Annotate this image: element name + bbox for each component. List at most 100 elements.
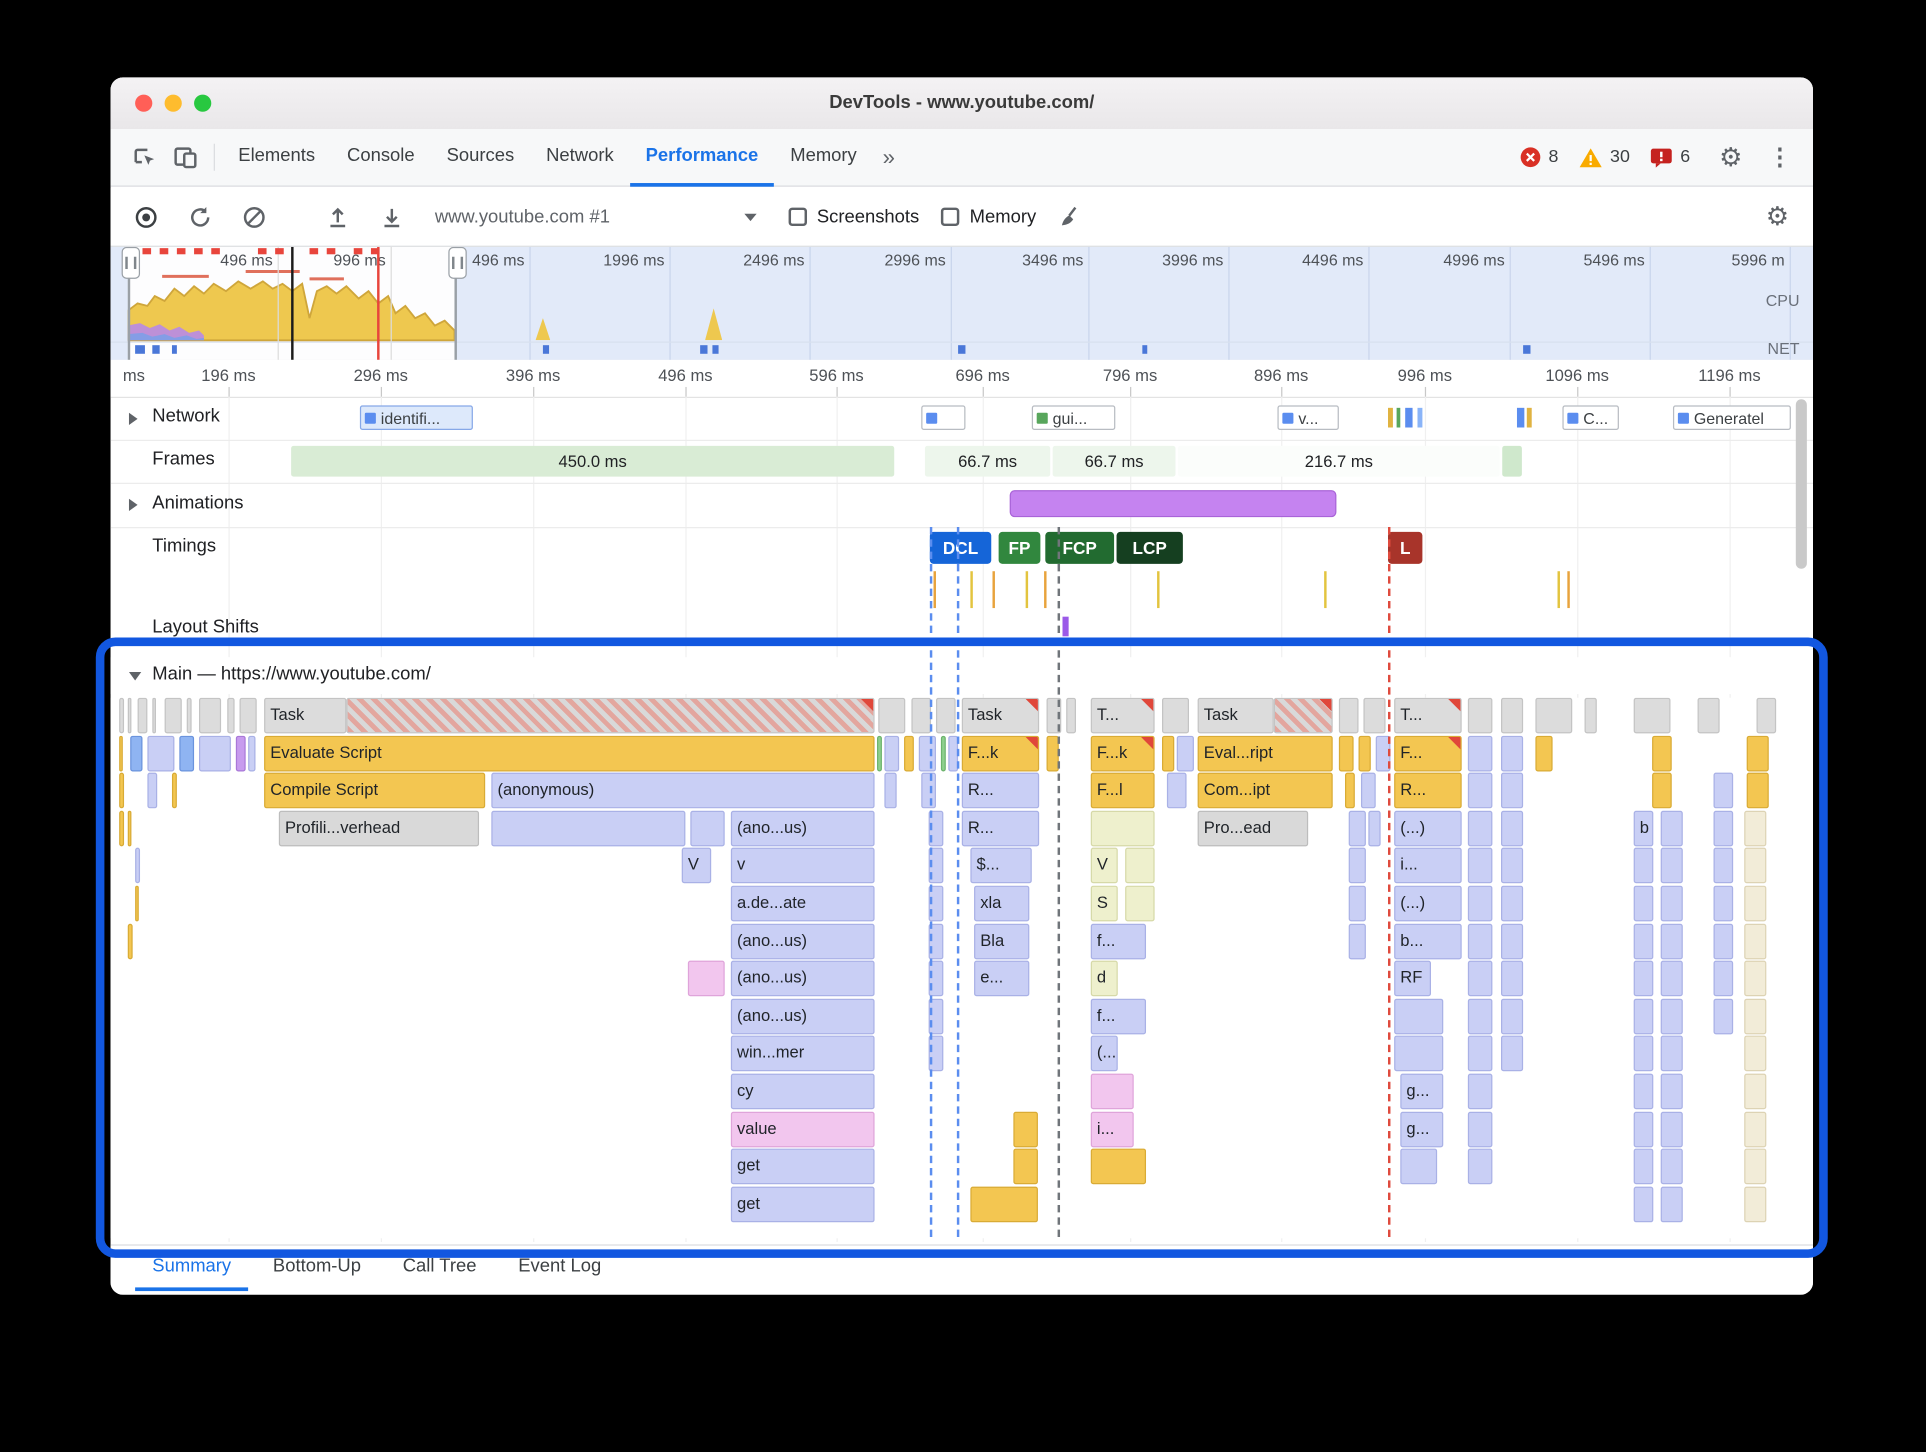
- flame-block[interactable]: [1467, 1148, 1493, 1185]
- flame-block[interactable]: [878, 697, 906, 734]
- flame-block[interactable]: [1467, 1111, 1493, 1148]
- flame-block[interactable]: [1400, 1148, 1438, 1185]
- flame-block[interactable]: (...): [1394, 885, 1462, 922]
- flame-block[interactable]: [1535, 735, 1553, 772]
- flame-block[interactable]: [1501, 885, 1524, 922]
- flame-block[interactable]: [248, 735, 256, 772]
- flame-block[interactable]: [346, 697, 875, 734]
- frame-block[interactable]: 66.7 ms: [1052, 445, 1176, 477]
- flame-block[interactable]: Bla: [974, 923, 1030, 960]
- flame-block[interactable]: [152, 697, 156, 734]
- flame-block[interactable]: [1633, 1111, 1654, 1148]
- flame-block[interactable]: [135, 885, 139, 922]
- flame-block[interactable]: [1660, 1035, 1683, 1072]
- flame-block[interactable]: [235, 735, 246, 772]
- flame-block[interactable]: [1467, 847, 1493, 884]
- flame-block[interactable]: [1633, 885, 1654, 922]
- flame-block[interactable]: [1467, 697, 1493, 734]
- flame-block[interactable]: [127, 697, 132, 734]
- flame-block[interactable]: Compile Script: [264, 772, 486, 809]
- record-button[interactable]: [125, 196, 167, 238]
- flame-block[interactable]: Profili...verhead: [278, 810, 480, 847]
- tab-sources[interactable]: Sources: [431, 128, 531, 186]
- flame-block[interactable]: [1501, 998, 1524, 1035]
- flame-block[interactable]: [1584, 697, 1597, 734]
- flame-block[interactable]: [1652, 735, 1672, 772]
- frame-block[interactable]: [1502, 445, 1522, 477]
- network-request[interactable]: C...: [1562, 405, 1619, 430]
- flame-block[interactable]: (...: [1090, 1035, 1118, 1072]
- flame-block[interactable]: [1501, 847, 1524, 884]
- vertical-scrollbar[interactable]: [1795, 399, 1807, 569]
- bottom-tab-call-tree[interactable]: Call Tree: [386, 1246, 494, 1291]
- animation-bar[interactable]: [1009, 490, 1337, 518]
- network-request[interactable]: gui...: [1031, 405, 1116, 430]
- flame-block[interactable]: [1394, 1035, 1444, 1072]
- flame-block[interactable]: [239, 697, 257, 734]
- flame-block[interactable]: [186, 697, 192, 734]
- flame-block[interactable]: b: [1633, 810, 1654, 847]
- flame-block[interactable]: [127, 810, 132, 847]
- flame-block[interactable]: [928, 1035, 944, 1072]
- flame-block[interactable]: (...): [1394, 810, 1462, 847]
- flame-block[interactable]: [1090, 810, 1155, 847]
- issues-icon[interactable]: [1650, 146, 1673, 168]
- flame-block[interactable]: T...: [1090, 697, 1155, 734]
- flame-block[interactable]: [690, 810, 725, 847]
- flame-block[interactable]: [1660, 923, 1683, 960]
- clear-recording-button[interactable]: [233, 196, 275, 238]
- flame-block[interactable]: b...: [1394, 923, 1462, 960]
- flame-block[interactable]: [1697, 697, 1720, 734]
- timing-marker-dcl[interactable]: DCL: [929, 531, 992, 564]
- flame-block[interactable]: [1713, 923, 1734, 960]
- flame-block[interactable]: [1348, 810, 1366, 847]
- flame-block[interactable]: [1358, 735, 1371, 772]
- bottom-tab-summary[interactable]: Summary: [135, 1246, 249, 1292]
- capture-settings-button[interactable]: ⚙: [1756, 196, 1798, 238]
- timing-marker-lcp[interactable]: LCP: [1116, 531, 1183, 564]
- flame-block[interactable]: [928, 810, 944, 847]
- flame-block[interactable]: [1467, 960, 1493, 997]
- flame-block[interactable]: [198, 697, 222, 734]
- flame-block[interactable]: RF: [1394, 960, 1431, 997]
- flame-block[interactable]: [119, 772, 125, 809]
- disclosure-triangle-icon[interactable]: [128, 498, 138, 512]
- flame-block[interactable]: (ano...us): [730, 810, 875, 847]
- flame-block[interactable]: [1756, 697, 1777, 734]
- flame-block[interactable]: [884, 735, 900, 772]
- flame-block[interactable]: [1501, 1035, 1524, 1072]
- flame-block[interactable]: [1501, 960, 1524, 997]
- flame-block[interactable]: [1013, 1111, 1038, 1148]
- flame-block[interactable]: Task: [1197, 697, 1274, 734]
- flame-block[interactable]: [1744, 960, 1767, 997]
- flame-block[interactable]: [1652, 772, 1672, 809]
- flame-block[interactable]: g...: [1400, 1073, 1444, 1110]
- flame-block[interactable]: T...: [1394, 697, 1462, 734]
- flame-block[interactable]: (ano...us): [730, 960, 875, 997]
- flame-block[interactable]: [1166, 772, 1187, 809]
- flame-block[interactable]: [1660, 1148, 1683, 1185]
- flame-block[interactable]: (ano...us): [730, 998, 875, 1035]
- flame-block[interactable]: [137, 697, 148, 734]
- flame-block[interactable]: [1744, 1186, 1767, 1223]
- flame-block[interactable]: [1046, 735, 1059, 772]
- flame-block[interactable]: [1125, 885, 1155, 922]
- flame-block[interactable]: [1744, 1111, 1767, 1148]
- flame-block[interactable]: [1633, 998, 1654, 1035]
- flame-block[interactable]: [1746, 735, 1769, 772]
- flame-block[interactable]: [1633, 960, 1654, 997]
- flame-block[interactable]: Eval...ript: [1197, 735, 1333, 772]
- flame-block[interactable]: [1660, 885, 1683, 922]
- frames-track[interactable]: Frames 450.0 ms 66.7 ms 66.7 ms 216.7 ms: [110, 440, 1814, 485]
- profile-select[interactable]: www.youtube.com #1: [425, 203, 766, 231]
- flame-block[interactable]: [1467, 1035, 1493, 1072]
- flame-chart[interactable]: Task Task T... Task T... Evaluate Script F...k…: [110, 697, 1814, 1239]
- timing-marker-l[interactable]: L: [1388, 531, 1423, 564]
- flame-block[interactable]: [1467, 810, 1493, 847]
- frame-block[interactable]: 450.0 ms: [291, 445, 895, 477]
- flame-block[interactable]: get: [730, 1186, 875, 1223]
- flame-block[interactable]: [227, 697, 235, 734]
- flame-block[interactable]: i...: [1394, 847, 1462, 884]
- flame-block[interactable]: [904, 735, 914, 772]
- flame-block[interactable]: [1713, 885, 1734, 922]
